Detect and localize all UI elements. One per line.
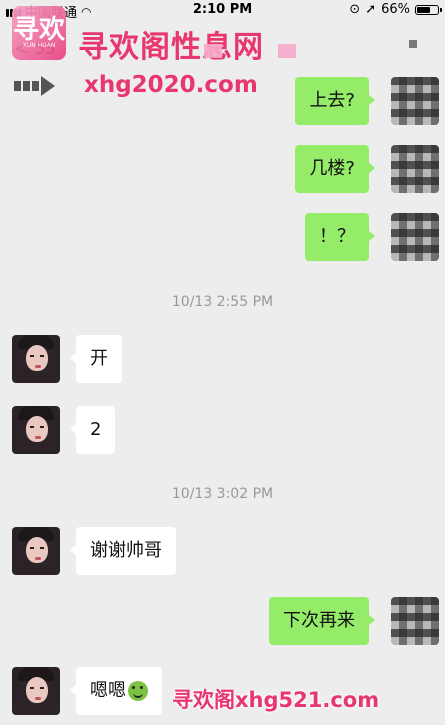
message-bubble-received[interactable]: 嗯嗯 — [70, 667, 162, 715]
watermark-mark — [278, 44, 296, 58]
message-bubble-sent[interactable]: 几楼? — [295, 145, 375, 193]
avatar[interactable] — [12, 406, 60, 454]
timestamp: 10/13 3:02 PM — [171, 486, 274, 502]
avatar[interactable] — [12, 527, 60, 575]
status-right: ⊙ ➚ 66% — [349, 2, 442, 17]
more-options-icon[interactable] — [409, 40, 417, 48]
rotation-lock-icon: ⊙ — [349, 2, 361, 17]
timestamp: 10/13 2:55 PM — [171, 294, 274, 310]
watermark-url: xhg2020.com — [84, 72, 258, 98]
location-icon: ➚ — [365, 2, 377, 17]
message-bubble-received[interactable]: 开 — [70, 335, 122, 383]
watermark-mark — [204, 44, 222, 58]
avatar[interactable] — [12, 335, 60, 383]
message-bubble-sent[interactable]: ！？ — [305, 213, 375, 261]
green-face-emoji-icon — [128, 681, 148, 701]
avatar[interactable] — [12, 667, 60, 715]
watermark-bottom: 寻欢阁xhg521.com — [172, 688, 380, 712]
battery-icon — [415, 4, 442, 15]
status-bar: 中国联通 ◠ 2:10 PM ⊙ ➚ 66% — [0, 0, 445, 22]
battery-percent: 66% — [381, 2, 410, 17]
chat-screen: 中国联通 ◠ 2:10 PM ⊙ ➚ 66% < 55 寻欢 XUN HUAN … — [0, 0, 445, 725]
watermark-logo: 寻欢 XUN HUAN — [12, 6, 66, 60]
message-bubble-received[interactable]: 2 — [69, 406, 116, 454]
message-text: 嗯嗯 — [90, 680, 126, 701]
message-bubble-sent[interactable]: 下次再来 — [269, 597, 375, 645]
avatar[interactable] — [391, 213, 439, 261]
message-bubble-received[interactable]: 谢谢帅哥 — [70, 527, 176, 575]
arrow-right-icon — [14, 76, 55, 96]
message-bubble-sent[interactable]: 上去? — [295, 77, 375, 125]
avatar[interactable] — [391, 77, 439, 125]
avatar[interactable] — [391, 145, 439, 193]
avatar[interactable] — [391, 597, 439, 645]
watermark-title: 寻欢阁性息网 — [78, 30, 264, 65]
